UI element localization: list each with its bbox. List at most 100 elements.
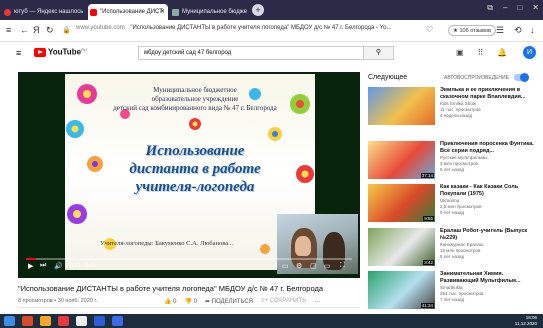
guide-menu-icon[interactable]: ≡ [16,48,21,58]
search-input[interactable]: мбдоу детский сад 47 белгород [138,46,364,60]
share-label: ПОДЕЛИТЬСЯ [211,299,254,305]
channel-name[interactable]: Киножурнал Ералаш [440,242,536,248]
channel-name[interactable]: Kids Emilka Show [440,101,536,107]
word-icon[interactable] [94,316,105,326]
close-window-icon[interactable]: ✕ [532,3,539,13]
yandex-icon [4,9,11,16]
download-icon[interactable]: ↓ [530,25,535,35]
media-icon[interactable] [58,316,69,326]
tab-youtube-video[interactable]: "Использование ДИСТ ✕ [88,4,168,20]
recommended-title[interactable]: Ералаш Робот-учитель (Выпуск №229) [440,228,536,241]
play-icon[interactable]: ▶ [28,262,33,270]
autoplay-label: АВТОВОСПРОИЗВЕДЕНИЕ [444,75,509,81]
upload-age: 5 лет назад [440,210,465,215]
youtube-logo-icon[interactable] [34,48,46,57]
lock-icon: 🔒 [62,27,71,34]
recommended-title[interactable]: Как казаки - Как Казаки Соль Покупали (1… [440,184,536,197]
app-icon[interactable] [112,316,123,326]
slide-organization: Муниципальное бюджетное образовательное … [105,86,285,113]
next-icon[interactable]: ⏭ [40,262,46,270]
tab-label: ютуб — Яндекс нашлось [14,9,84,15]
video-thumbnail[interactable]: 41:34 [368,271,435,309]
save-button[interactable]: ≡+ СОХРАНИТЬ [261,298,306,305]
address-bar[interactable]: www.youtube.com "Использование ДИСТАНТЫ … [76,25,392,31]
view-count: 15 млн просмотров [440,248,481,253]
slide-org-line: детский сад комбинированного вида № 47 г… [113,104,277,112]
apps-icon[interactable]: ⠿ [478,48,484,57]
browser-taskbar-icon[interactable] [22,316,33,326]
minimize-icon[interactable]: – [503,3,507,13]
recommended-video[interactable]: 41:34 Занимательная Химия. Развивающий Му… [368,271,538,311]
channel-name[interactable]: Русские мультфильмы [440,155,536,161]
time-display: 0:12 / 6:41 [70,263,96,269]
channel-name[interactable]: Smartkukla [440,285,536,291]
recommended-title[interactable]: Занимательная Химия. Развивающий Мультфи… [440,271,536,284]
tab-municipal[interactable]: Муниципальное бюдже [170,4,248,20]
like-count: 0 [173,299,177,305]
clock: 18:06 11.12.2020 [515,315,537,327]
search-button[interactable]: ⚲ [364,46,394,60]
menu-icon[interactable]: ≡ [6,25,11,35]
youtube-logo[interactable]: YouTubeRU [48,47,87,57]
search-icon: ⚲ [375,49,382,56]
video-thumbnail[interactable]: 3:42 [368,228,435,266]
recommended-video[interactable]: 37:14 Приключения поросенка Фунтика. Все … [368,141,538,181]
sync-icon[interactable]: ⟲ [514,25,522,36]
volume-icon[interactable]: 🔊 [54,262,63,270]
url-title: "Использование ДИСТАНТЫ в работе учителя… [130,25,392,31]
yandex-taskbar-icon[interactable] [76,316,87,326]
dislike-button[interactable]: 👎 0 [185,298,198,305]
theater-icon[interactable]: ▭ [324,262,331,270]
recommended-video[interactable]: 9:55 Как казаки - Как Казаки Соль Покупал… [368,184,538,224]
duration-badge: 41:34 [420,303,434,308]
autoplay-toggle[interactable] [514,73,529,82]
upload-age: 5 лет назад [440,254,465,259]
create-video-icon[interactable]: ▣ [456,48,464,57]
video-thumbnail[interactable]: 37:14 [368,141,435,179]
upload-age: 5 лет назад [440,167,465,172]
upload-age: 7 лет назад [440,297,465,302]
back-icon[interactable]: ← [20,25,29,35]
avatar[interactable]: И [523,46,536,59]
tab-label: "Использование ДИСТ [100,9,163,15]
maximize-icon[interactable]: □ [517,3,522,13]
video-actions: 👍 0 👎 0 ➦ ПОДЕЛИТЬСЯ ≡+ СОХРАНИТЬ … [164,298,320,305]
page-icon [172,9,179,16]
yandex-logo-icon[interactable]: Я [33,25,40,35]
url-domain: www.youtube.com [76,25,125,31]
miniplayer-icon[interactable]: ▢ [310,262,317,270]
fullscreen-icon[interactable]: ⛶ [340,262,345,270]
reviews-badge[interactable]: ★ 106 отзывов [448,25,496,36]
recommended-title[interactable]: Эмилька и ее приключения в сказочном пар… [440,87,536,100]
youtube-icon [90,9,97,16]
slide-title-line: учителя-логопеда [135,179,255,195]
recommended-video[interactable]: 3:42 Ералаш Робот-учитель (Выпуск №229) Ки… [368,228,538,268]
more-actions-icon[interactable]: … [314,298,320,305]
new-tab-button[interactable]: + [252,4,264,16]
slide-org-line: образовательное учреждение [151,95,239,103]
view-count: 264 тыс. просмотров [440,291,484,296]
slide-title-line: Использование [145,143,245,159]
video-thumbnail[interactable]: 9:55 [368,184,435,222]
close-tab-icon[interactable]: ✕ [160,4,165,20]
tabs-menu-icon[interactable]: ⧉ [487,3,493,13]
video-player[interactable]: Муниципальное бюджетное образовательное … [18,72,360,278]
share-button[interactable]: ➦ ПОДЕЛИТЬСЯ [205,298,253,305]
progress-bar[interactable] [26,258,352,260]
tab-yandex[interactable]: ютуб — Яндекс нашлось [2,4,88,20]
recommended-title[interactable]: Приключения поросенка Фунтика. Все серии… [440,141,536,154]
notifications-icon[interactable]: 🔔 [497,48,507,57]
browser-tab-strip: ютуб — Яндекс нашлось "Использование ДИС… [0,0,543,20]
bookmarks-bar-icon[interactable]: ☰ [496,25,504,36]
settings-icon[interactable]: ⚙ [296,262,302,270]
subtitles-icon[interactable]: ▭ [282,262,289,270]
reload-icon[interactable]: ↻ [46,25,54,36]
recommended-video[interactable]: Эмилька и ее приключения в сказочном пар… [368,87,538,127]
like-button[interactable]: 👍 0 [164,298,177,305]
video-thumbnail[interactable] [368,87,435,125]
start-icon[interactable] [4,316,15,326]
explorer-icon[interactable] [40,316,51,326]
channel-name[interactable]: Ukranima [440,198,536,204]
slide-title: Использование дистанта в работе учителя-… [105,142,285,196]
bookmark-icon[interactable]: ♡ [426,25,433,34]
